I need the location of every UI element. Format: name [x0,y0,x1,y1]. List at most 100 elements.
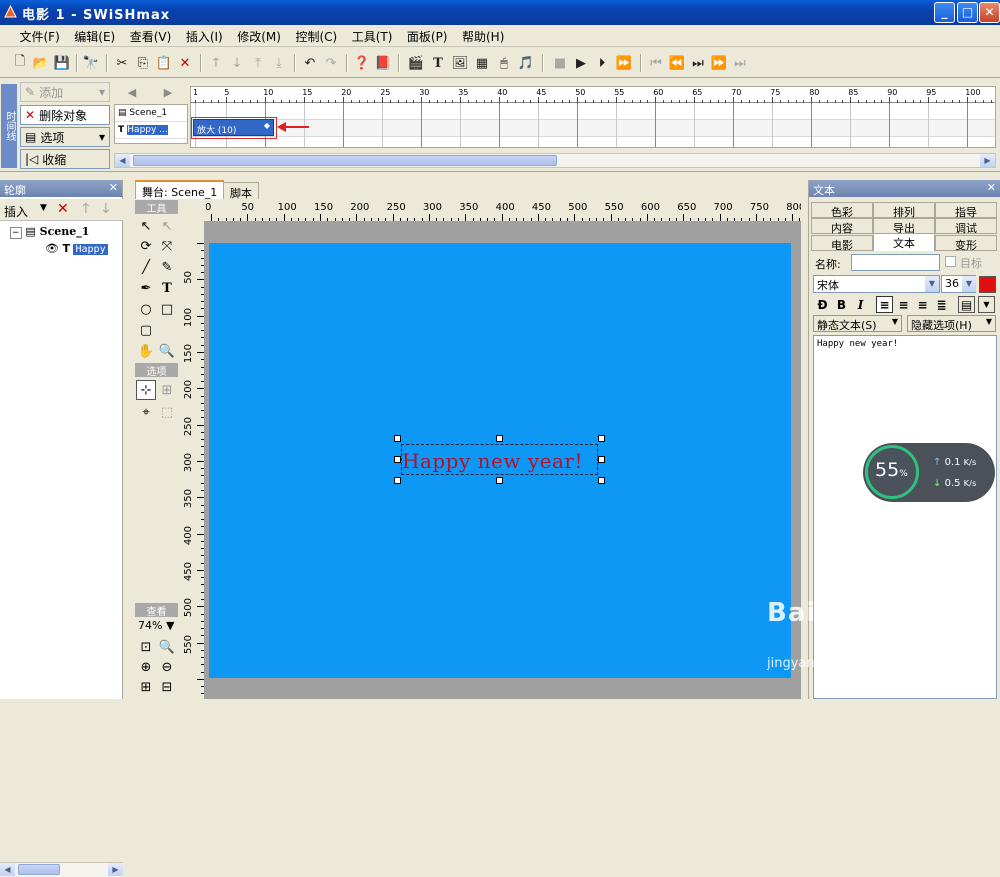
align-left-icon[interactable]: ≡ [876,296,893,313]
menu-tools[interactable]: 工具(T) [346,25,398,45]
insert-dropdown[interactable]: 插入 [4,203,28,220]
minimize-button[interactable]: _ [934,2,955,23]
tab-content[interactable]: 内容 [811,218,873,235]
stop-icon[interactable]: ■ [550,53,570,73]
motion-path-icon[interactable]: ⤧ [157,236,177,256]
tab-arrange[interactable]: 排列 [873,202,935,219]
rotate-icon[interactable]: ⟳ [136,236,156,256]
line-tool-icon[interactable]: ╱ [136,257,156,277]
resize-handle[interactable] [394,435,401,442]
zoom-out-icon[interactable]: ⊖ [157,657,177,677]
tween-effect-block[interactable]: 放大 (10) ◆ [193,119,274,136]
menu-modify[interactable]: 修改(M) [231,25,286,45]
zoom-select[interactable]: 74% ▼ [138,619,174,632]
fit-view-icon[interactable]: ⊡ [136,637,156,657]
resize-handle[interactable] [598,456,605,463]
tab-debug[interactable]: 调试 [935,218,997,235]
align-right-icon[interactable]: ≡ [914,296,931,313]
close-button[interactable]: ✕ [979,2,1000,23]
tab-stage[interactable]: 舞台: Scene_1 [135,180,225,199]
tab-movie[interactable]: 电影 [811,235,873,252]
move-up-icon[interactable]: ↑ [80,201,92,217]
play-scene-icon[interactable]: ⏵ [592,53,612,73]
ellipse-tool-icon[interactable]: ○ [136,299,156,319]
align-center-icon[interactable]: ≡ [895,296,912,313]
new-file-icon[interactable]: 🗋 [10,53,30,73]
add-button[interactable]: ✎ 添加 ▾ [20,82,110,102]
insert-sound-icon[interactable]: 🎵 [516,53,536,73]
first-frame-icon[interactable]: ⏮ [646,53,666,73]
open-folder-icon[interactable]: 📂 [31,53,51,73]
menu-control[interactable]: 控制(C) [289,25,342,45]
chevron-down-icon[interactable]: ▼ [40,203,47,213]
zoom-in-icon[interactable]: ⊕ [136,657,156,677]
resize-handle[interactable] [496,435,503,442]
network-speed-widget[interactable]: 55% ↑ 0.1 K/s ↓ 0.5 K/s [863,443,995,502]
resize-handle[interactable] [394,477,401,484]
chevron-down-icon[interactable]: ▼ [962,276,976,292]
delete-icon[interactable]: ✕ [175,53,195,73]
cut-icon[interactable]: ✂ [112,53,132,73]
name-input[interactable] [851,254,940,271]
target-checkbox[interactable] [945,256,956,267]
resize-handle[interactable] [598,477,605,484]
menu-insert[interactable]: 插入(I) [180,25,228,45]
tree-scene-node[interactable]: − ▤ Scene_1 [10,225,89,239]
tab-transform[interactable]: 变形 [935,235,997,252]
text-content-editor[interactable]: Happy new year! [813,335,997,699]
scroll-left-icon[interactable]: ◀ [0,863,15,876]
find-icon[interactable]: 🔭 [81,53,101,73]
copy-icon[interactable]: ⎘ [133,53,153,73]
tab-guide[interactable]: 指导 [935,202,997,219]
align-icon[interactable]: ⊞ [157,380,177,400]
timeline-frames[interactable]: 1 5 10 15 20 25 30 35 40 45 50 55 60 65 70 75 80 85 90 95 10… [190,86,996,148]
timeline-side-tab[interactable]: 时间线 [1,84,17,168]
subselect-arrow-icon[interactable]: ↖ [157,216,177,236]
chevron-down-icon[interactable]: ▼ [978,296,995,313]
close-icon[interactable]: ✕ [109,181,118,194]
help-icon[interactable]: ❓ [352,53,372,73]
tab-script[interactable]: 脚本 [223,182,259,200]
move-top-icon[interactable]: ⤒ [248,53,268,73]
outline-scrollbar[interactable]: ◀ ▶ [0,862,123,877]
snap-icon[interactable]: ⊹ [136,380,156,400]
redo-icon[interactable]: ↷ [321,53,341,73]
delete-icon[interactable]: ✕ [57,201,69,217]
insert-button-icon[interactable]: 🖱 [494,53,514,73]
next-frame-icon[interactable]: ⏭ [688,53,708,73]
tab-text[interactable]: 文本 [873,233,935,251]
tree-object-node[interactable]: 👁 T Happy [45,242,108,255]
play-icon[interactable]: ▶ [571,53,591,73]
paste-icon[interactable]: 📋 [154,53,174,73]
options-button[interactable]: ▤ 选项 ▾ [20,127,110,147]
rectangle-tool-icon[interactable]: □ [157,299,177,319]
move-bottom-icon[interactable]: ⤓ [269,53,289,73]
scroll-thumb[interactable] [18,864,60,875]
forward-icon[interactable]: ⏩ [709,53,729,73]
grid-icon[interactable]: ⊞ [136,677,156,697]
text-options-icon[interactable]: ▤ [958,296,975,313]
tab-color[interactable]: 色彩 [811,202,873,219]
last-frame-icon[interactable]: ⏭ [730,53,750,73]
hand-tool-icon[interactable]: ✋ [136,341,156,361]
bold-button[interactable]: B [833,296,850,313]
save-icon[interactable]: 💾 [52,53,72,73]
scroll-thumb[interactable] [133,155,557,166]
book-icon[interactable]: 📕 [373,53,393,73]
resize-handle[interactable] [598,435,605,442]
eyedropper-icon[interactable]: ⌖ [136,402,156,422]
zoom-tool-icon[interactable]: 🔍 [157,341,177,361]
select-arrow-icon[interactable]: ↖ [136,216,156,236]
align-justify-icon[interactable]: ≣ [933,296,950,313]
font-style-icon[interactable]: Ð [814,296,831,313]
italic-button[interactable]: I [852,296,869,313]
play-effect-icon[interactable]: ⏩ [614,53,634,73]
scroll-left-icon[interactable]: ◀ [115,154,130,167]
tab-export[interactable]: 导出 [873,218,935,235]
transform-icon[interactable]: ⬚ [157,402,177,422]
maximize-button[interactable]: □ [957,2,978,23]
chevron-down-icon[interactable]: ▼ [925,276,939,292]
pen-tool-icon[interactable]: ✒ [136,278,156,298]
timeline-scrollbar[interactable]: ◀ ▶ [114,153,996,168]
prev-frame-icon[interactable]: ⏪ [667,53,687,73]
